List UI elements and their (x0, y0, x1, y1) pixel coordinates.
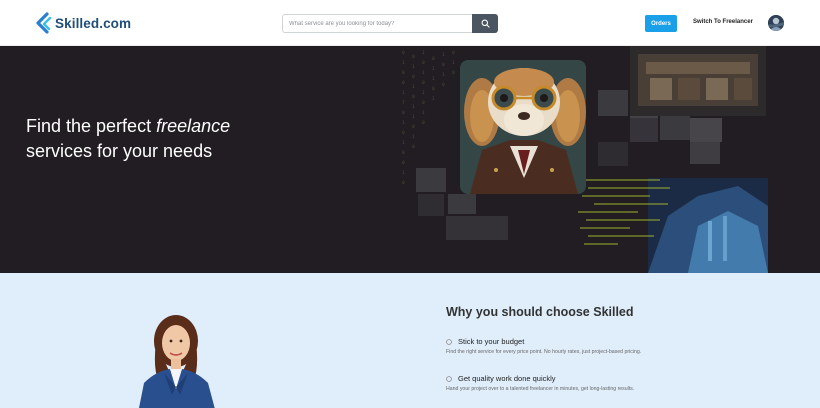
svg-text:0: 0 (402, 110, 405, 116)
hero-collage-image: 0 1 8 0 1 7 0 1 0 1 8 0 1 0 0 1 0 1 0 1 1 0 1 0 1 0 1 0 1 0 1 0 0 1 1 0 1… (402, 46, 768, 273)
svg-text:0: 0 (402, 50, 405, 56)
svg-text:0: 0 (422, 80, 425, 86)
why-choose-section: Why you should choose Skilled Stick to y… (0, 273, 820, 408)
hero-title: Find the perfect freelance services for … (26, 114, 230, 164)
svg-text:1: 1 (412, 114, 415, 120)
hero-title-italic: freelance (156, 116, 231, 136)
svg-text:0: 0 (422, 120, 425, 126)
logo-mark (36, 12, 52, 34)
search-bar (282, 14, 498, 33)
svg-text:0: 0 (412, 94, 415, 100)
hero-title-part1: Find the perfect (26, 116, 157, 136)
svg-text:0: 0 (452, 50, 455, 56)
svg-text:1: 1 (432, 66, 435, 72)
svg-text:1: 1 (412, 64, 415, 70)
orders-button[interactable]: Orders (645, 15, 677, 32)
svg-text:1: 1 (432, 96, 435, 102)
logo[interactable]: Skilled.com (34, 12, 131, 34)
svg-text:0: 0 (432, 86, 435, 92)
svg-text:1: 1 (412, 134, 415, 140)
svg-text:1: 1 (412, 84, 415, 90)
benefit-description: Find the right service for every price p… (446, 349, 642, 355)
svg-text:0: 0 (412, 74, 415, 80)
svg-text:0: 0 (402, 130, 405, 136)
svg-text:1: 1 (412, 104, 415, 110)
logo-text: Skilled.com (55, 15, 132, 31)
svg-text:1: 1 (422, 50, 425, 56)
city-image (648, 178, 768, 273)
benefit-title: Get quality work done quickly (458, 374, 556, 383)
dog-portrait-image (460, 60, 586, 194)
svg-text:0: 0 (422, 60, 425, 66)
benefit-title: Stick to your budget (458, 337, 525, 346)
navbar: Skilled.com Orders Switch To Freelancer (0, 0, 820, 46)
page: Skilled.com Orders Switch To Freelancer (0, 0, 820, 408)
benefit-item: Stick to your budget Find the right serv… (446, 337, 641, 355)
person-image (139, 315, 215, 408)
svg-text:1: 1 (452, 60, 455, 66)
svg-text:0: 0 (402, 160, 405, 166)
svg-text:1: 1 (402, 90, 405, 96)
svg-text:0: 0 (422, 100, 425, 106)
svg-text:1: 1 (422, 70, 425, 76)
check-icon (446, 338, 452, 345)
hero-section: Find the perfect freelance services for … (0, 46, 820, 273)
svg-text:7: 7 (402, 100, 405, 106)
search-input[interactable] (282, 14, 472, 33)
svg-text:1: 1 (432, 76, 435, 82)
code-rain: 0 1 8 0 1 7 0 1 0 1 8 0 1 0 0 1 0 1 0 1 1 0 1 0 1 0 1 0 1 0 1 0 0 1 1 0 1… (402, 50, 455, 186)
svg-text:1: 1 (402, 60, 405, 66)
svg-text:0: 0 (452, 70, 455, 76)
svg-text:0: 0 (412, 144, 415, 150)
search-button[interactable] (472, 14, 498, 33)
search-icon (481, 19, 490, 28)
svg-text:0: 0 (432, 56, 435, 62)
check-icon (446, 375, 452, 382)
switch-to-freelancer-link[interactable]: Switch To Freelancer (693, 19, 753, 25)
svg-text:8: 8 (402, 150, 405, 156)
svg-text:1: 1 (402, 170, 405, 176)
benefit-item: Get quality work done quickly Hand your … (446, 374, 634, 392)
svg-text:1: 1 (442, 72, 445, 78)
svg-text:1: 1 (422, 110, 425, 116)
svg-text:1: 1 (402, 140, 405, 146)
svg-text:0: 0 (412, 124, 415, 130)
svg-text:8: 8 (402, 70, 405, 76)
avatar[interactable] (768, 15, 784, 31)
hero-title-part2: services for your needs (26, 141, 213, 161)
why-title: Why you should choose Skilled (446, 305, 634, 319)
svg-text:0: 0 (412, 54, 415, 60)
svg-text:0: 0 (442, 62, 445, 68)
svg-text:0: 0 (402, 180, 405, 186)
svg-text:0: 0 (442, 82, 445, 88)
building-image (630, 46, 766, 116)
svg-text:1: 1 (442, 52, 445, 58)
benefit-description: Hand your project over to a talented fre… (446, 386, 635, 392)
svg-text:0: 0 (402, 80, 405, 86)
svg-text:1: 1 (422, 90, 425, 96)
svg-text:1: 1 (402, 120, 405, 126)
